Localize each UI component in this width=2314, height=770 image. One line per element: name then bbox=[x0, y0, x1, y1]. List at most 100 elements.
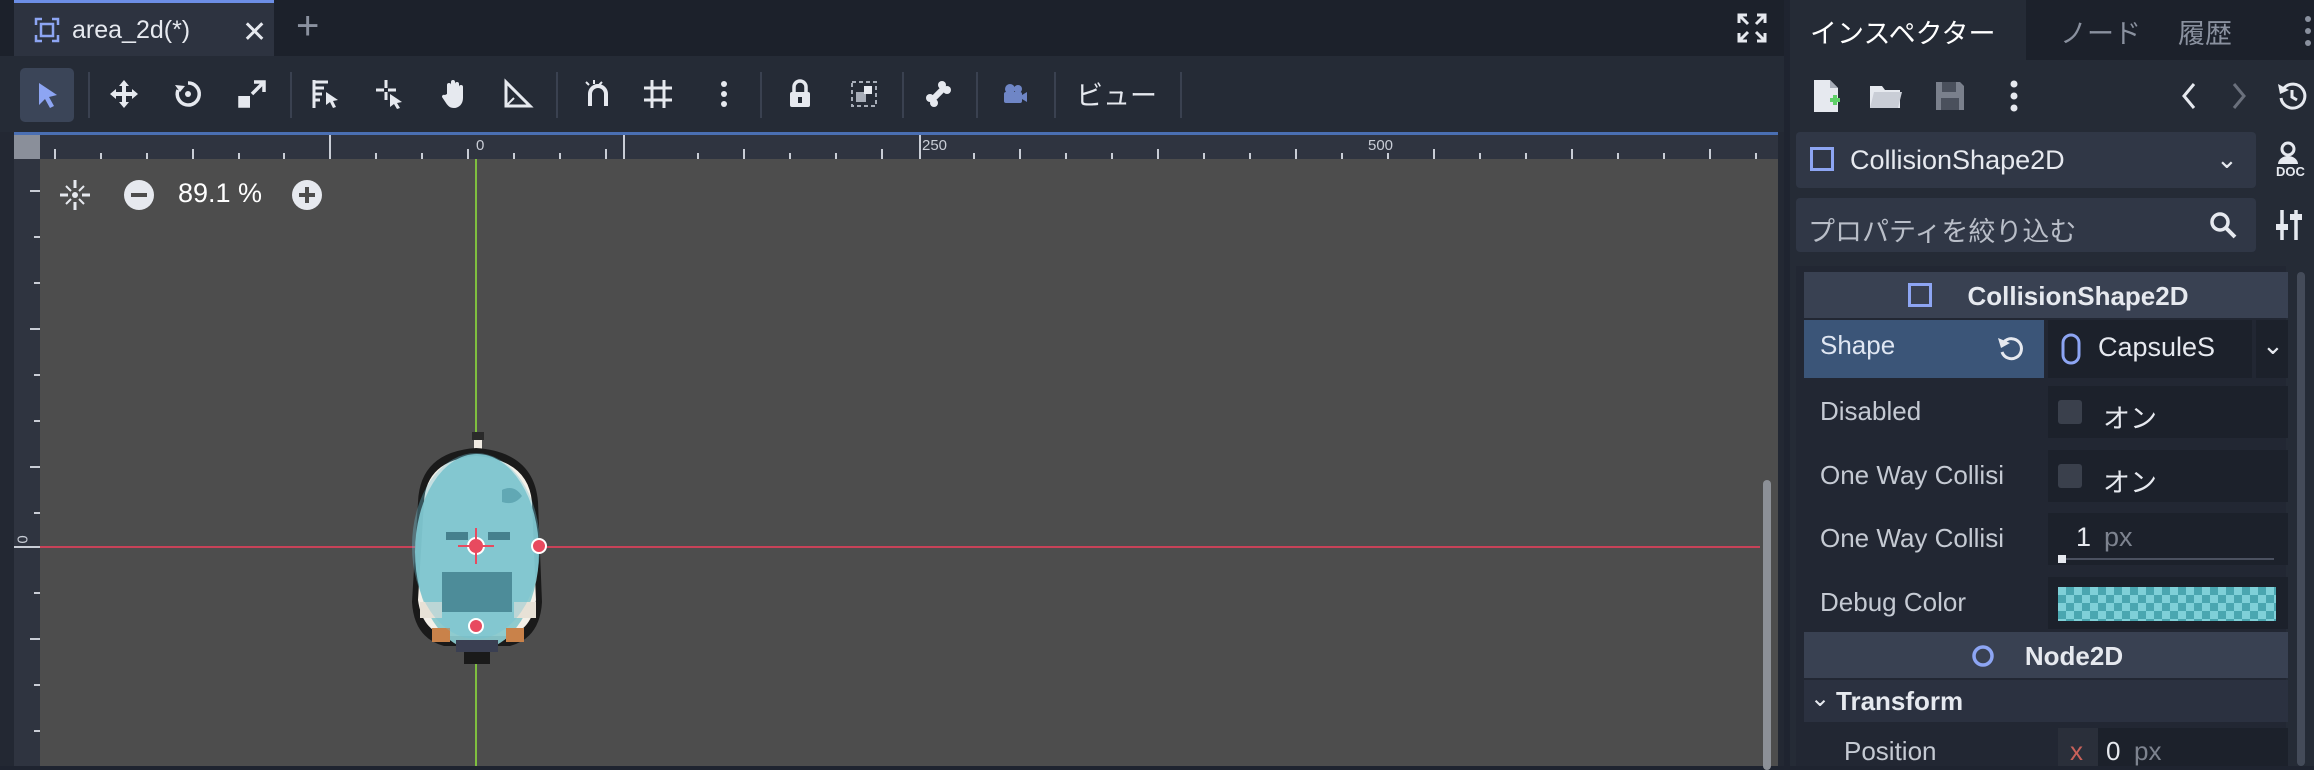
recent-history-icon[interactable] bbox=[2274, 78, 2310, 114]
checkbox-icon bbox=[2058, 400, 2082, 424]
toolbar-separator bbox=[902, 72, 904, 118]
shape-value: CapsuleS bbox=[2098, 332, 2216, 362]
radius-handle bbox=[531, 538, 547, 554]
tab-node[interactable]: ノード bbox=[2060, 12, 2141, 51]
property-filter-input[interactable]: プロパティを絞り込む bbox=[1796, 198, 2256, 252]
toolbar-separator bbox=[290, 72, 292, 118]
one-way-margin-slider[interactable]: 1 px bbox=[2048, 513, 2288, 565]
center-view-icon[interactable] bbox=[58, 178, 92, 212]
open-docs-button[interactable]: DOC bbox=[2268, 140, 2308, 182]
canvas-toolbar: ビュー bbox=[0, 56, 1784, 132]
checkbox-icon bbox=[2058, 464, 2082, 488]
chevron-down-icon: ⌄ bbox=[2216, 144, 2238, 174]
rotate-mode-button[interactable] bbox=[168, 74, 208, 114]
pan-mode-button[interactable] bbox=[434, 74, 474, 114]
scrollbar-thumb[interactable] bbox=[1763, 480, 1771, 770]
one-way-collision-value: オン bbox=[2103, 468, 2157, 498]
bone-icon bbox=[926, 81, 951, 107]
left-ruler-label-0: 0 bbox=[14, 535, 32, 544]
camera-override-button[interactable] bbox=[994, 74, 1034, 114]
shape-dropdown-button[interactable]: ⌄ bbox=[2256, 320, 2288, 378]
group-button[interactable] bbox=[844, 74, 884, 114]
one-way-margin-unit: px bbox=[2104, 522, 2133, 552]
snap-options-button[interactable] bbox=[704, 74, 744, 114]
node-name: CollisionShape2D bbox=[1850, 145, 2065, 175]
section-collisionshape2d[interactable]: CollisionShape2D bbox=[1804, 272, 2288, 318]
one-way-collision-checkbox[interactable]: オン bbox=[2048, 450, 2288, 502]
history-forward-icon[interactable] bbox=[2220, 78, 2256, 114]
ruler-label-500: 500 bbox=[1368, 137, 1394, 154]
hand-icon bbox=[441, 80, 463, 108]
open-folder-icon[interactable] bbox=[1868, 78, 1904, 114]
2d-viewport[interactable] bbox=[14, 132, 1778, 766]
area2d-icon bbox=[34, 17, 60, 43]
disabled-checkbox[interactable]: オン bbox=[2048, 386, 2288, 438]
history-back-icon[interactable] bbox=[2172, 78, 2208, 114]
search-icon bbox=[2210, 212, 2237, 239]
view-menu-button[interactable]: ビュー bbox=[1076, 74, 1157, 113]
skeleton-button[interactable] bbox=[918, 74, 958, 114]
revert-icon[interactable] bbox=[1996, 332, 2026, 362]
doc-label: DOC bbox=[2276, 164, 2305, 179]
position-x-field[interactable]: x 0 px bbox=[2058, 728, 2288, 766]
left-ruler[interactable]: 0 bbox=[14, 135, 40, 766]
dock-menu-icon[interactable] bbox=[2294, 14, 2314, 48]
position-x-value: 0 bbox=[2106, 736, 2121, 766]
zoom-in-icon[interactable] bbox=[290, 178, 324, 212]
debug-color-picker[interactable] bbox=[2048, 577, 2288, 629]
ruler-icon bbox=[504, 78, 534, 108]
disabled-value: オン bbox=[2103, 404, 2157, 434]
move-mode-button[interactable] bbox=[104, 74, 144, 114]
select-mode-button[interactable] bbox=[20, 68, 74, 122]
resource-menu-icon[interactable] bbox=[1996, 78, 2032, 114]
save-icon[interactable] bbox=[1932, 78, 1968, 114]
scene-tab-label: area_2d(*) bbox=[72, 16, 191, 44]
pivot-button[interactable] bbox=[370, 74, 410, 114]
list-select-button[interactable] bbox=[306, 74, 346, 114]
toolbar-separator bbox=[556, 72, 558, 118]
group-icon bbox=[851, 81, 877, 107]
lock-button[interactable] bbox=[780, 74, 820, 114]
node-selector[interactable]: CollisionShape2D ⌄ bbox=[1796, 132, 2256, 188]
chevron-down-icon: ⌄ bbox=[2262, 330, 2284, 360]
toolbar-separator bbox=[1180, 72, 1182, 118]
subsection-transform[interactable]: ⌄ Transform bbox=[1804, 680, 2288, 722]
grid-snap-button[interactable] bbox=[638, 74, 678, 114]
smart-snap-button[interactable] bbox=[578, 74, 618, 114]
debug-color-label: Debug Color bbox=[1820, 587, 1966, 617]
section-title: CollisionShape2D bbox=[1967, 281, 2189, 311]
ruler-label-0: 0 bbox=[476, 137, 485, 154]
one-way-margin-label: One Way Collisi bbox=[1820, 523, 2004, 553]
lock-icon bbox=[790, 79, 810, 107]
list-select-icon bbox=[312, 80, 338, 108]
inspector-scrollbar[interactable] bbox=[2296, 272, 2306, 766]
collision-shape-overlay[interactable] bbox=[406, 446, 566, 646]
close-tab-icon[interactable]: ✕ bbox=[242, 15, 267, 50]
add-scene-tab-button[interactable]: + bbox=[296, 4, 319, 49]
tools-icon[interactable] bbox=[2274, 206, 2306, 244]
filter-placeholder: プロパティを絞り込む bbox=[1808, 217, 2077, 247]
new-resource-icon[interactable] bbox=[1808, 78, 1844, 114]
viewport-vertical-scrollbar[interactable] bbox=[1760, 160, 1772, 770]
move-icon bbox=[110, 80, 138, 108]
toolbar-separator bbox=[760, 72, 762, 118]
zoom-level[interactable]: 89.1 % bbox=[178, 178, 262, 209]
slider-grabber[interactable] bbox=[2058, 555, 2066, 563]
tab-inspector[interactable]: インスペクター bbox=[1810, 12, 1996, 51]
capsule-shape-icon bbox=[2061, 333, 2081, 365]
top-ruler[interactable]: 0 250 500 bbox=[14, 135, 1778, 159]
scale-mode-button[interactable] bbox=[232, 74, 272, 114]
ruler-mode-button[interactable] bbox=[498, 74, 538, 114]
docs-icon bbox=[2278, 141, 2298, 164]
section-node2d[interactable]: Node2D bbox=[1804, 632, 2288, 678]
scene-tab-area-2d[interactable]: area_2d(*) ✕ bbox=[14, 0, 274, 56]
fullscreen-icon[interactable] bbox=[1736, 12, 1768, 44]
shape-resource-picker[interactable]: CapsuleS bbox=[2048, 320, 2252, 378]
tab-history[interactable]: 履歴 bbox=[2178, 12, 2232, 51]
toolbar-separator bbox=[88, 72, 90, 118]
position-label: Position bbox=[1844, 736, 1937, 766]
zoom-out-icon[interactable] bbox=[122, 178, 156, 212]
scrollbar-thumb[interactable] bbox=[2297, 272, 2305, 766]
camera-icon bbox=[1004, 84, 1027, 103]
one-way-margin-value: 1 bbox=[2076, 522, 2092, 552]
